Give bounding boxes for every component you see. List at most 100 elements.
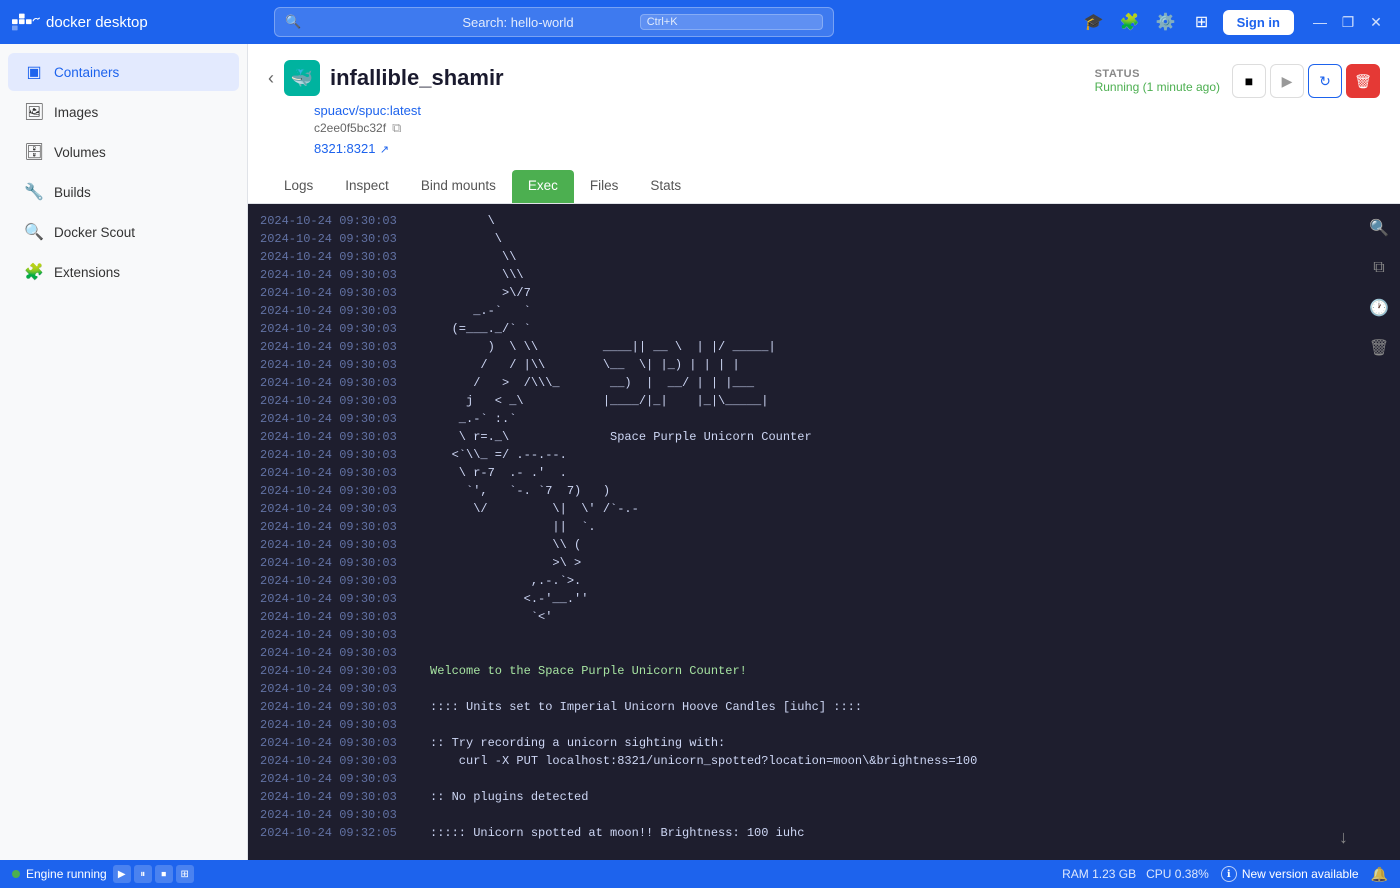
log-line: 2024-10-24 09:30:03 \	[248, 212, 1400, 230]
container-name: infallible_shamir	[330, 65, 504, 91]
sidebar-item-containers[interactable]: ▣ Containers	[8, 53, 239, 91]
bell-icon[interactable]: 🔔	[1371, 866, 1388, 883]
log-line: 2024-10-24 09:30:03 \	[248, 230, 1400, 248]
container-id-row: c2ee0f5bc32f ⧉	[314, 120, 504, 136]
container-title-row: ‹ 🐳 infallible_shamir	[268, 60, 504, 96]
log-line: 2024-10-24 09:30:03 _.-` :.`	[248, 410, 1400, 428]
right-toolbar: 🔍 ⧉ 🕐 🗑	[1358, 204, 1400, 372]
log-line: 2024-10-24 09:30:03 \\	[248, 248, 1400, 266]
container-port-link[interactable]: 8321:8321	[314, 141, 375, 156]
search-bar[interactable]: 🔍 Search: hello-world Ctrl+K	[274, 7, 834, 37]
tab-logs[interactable]: Logs	[268, 170, 329, 203]
play-button[interactable]: ▶	[1270, 64, 1304, 98]
sidebar-item-volumes[interactable]: 🗄 Volumes	[8, 133, 239, 171]
log-line: 2024-10-24 09:30:03 :::: Units set to Im…	[248, 698, 1400, 716]
sidebar-item-builds[interactable]: 🔧 Builds	[8, 173, 239, 211]
log-line: 2024-10-24 09:30:03 :: Try recording a u…	[248, 734, 1400, 752]
log-line: 2024-10-24 09:30:03 ,.-.`>.	[248, 572, 1400, 590]
settings-icon[interactable]: ⚙️	[1151, 7, 1181, 37]
back-button[interactable]: ‹	[268, 68, 274, 89]
minimize-button[interactable]: —	[1308, 10, 1332, 34]
search-shortcut: Ctrl+K	[640, 14, 823, 30]
log-line: 2024-10-24 09:30:03	[248, 644, 1400, 662]
engine-settings-btn[interactable]: ⊞	[176, 865, 194, 883]
new-version-label: New version available	[1242, 867, 1359, 881]
status-label: STATUS	[1095, 68, 1220, 80]
sign-in-button[interactable]: Sign in	[1223, 10, 1294, 35]
stop-button[interactable]: ■	[1232, 64, 1266, 98]
grid-icon[interactable]: ⊞	[1187, 7, 1217, 37]
engine-stop-btn[interactable]: ⏹	[155, 865, 173, 883]
sidebar-label-extensions: Extensions	[54, 265, 120, 280]
log-area[interactable]: 2024-10-24 09:30:03 \2024-10-24 09:30:03…	[248, 204, 1400, 860]
container-header: ‹ 🐳 infallible_shamir spuacv/spuc:latest…	[248, 44, 1400, 204]
delete-button[interactable]: 🗑	[1346, 64, 1380, 98]
tab-bind-mounts[interactable]: Bind mounts	[405, 170, 512, 203]
log-line: 2024-10-24 09:30:03	[248, 626, 1400, 644]
tab-files[interactable]: Files	[574, 170, 635, 203]
log-line: 2024-10-24 09:30:03 / / |\\ \__ \| |_) |…	[248, 356, 1400, 374]
external-link-icon[interactable]: ↗	[380, 144, 389, 156]
log-line: 2024-10-24 09:30:03	[248, 716, 1400, 734]
scroll-to-bottom[interactable]: ↓	[1339, 827, 1348, 848]
sidebar-item-extensions[interactable]: 🧩 Extensions	[8, 253, 239, 291]
container-image-link[interactable]: spuacv/spuc:latest	[314, 103, 421, 118]
app-logo[interactable]: docker desktop	[12, 8, 148, 36]
sidebar-label-volumes: Volumes	[54, 145, 106, 160]
container-id: c2ee0f5bc32f	[314, 121, 386, 135]
main-layout: ▣ Containers 🖼 Images 🗄 Volumes 🔧 Builds…	[0, 44, 1400, 860]
search-text: Search: hello-world	[462, 15, 631, 30]
topbar-actions: 🎓 🧩 ⚙️ ⊞ Sign in — ❐ ✕	[1079, 7, 1388, 37]
log-line: 2024-10-24 09:30:03 ) \ \\ ____|| __ \ |…	[248, 338, 1400, 356]
tab-stats[interactable]: Stats	[634, 170, 697, 203]
log-line: 2024-10-24 09:30:03	[248, 770, 1400, 788]
search-log-icon[interactable]: 🔍	[1363, 212, 1395, 244]
bottom-bar: Engine running ▶ ⏸ ⏹ ⊞ RAM 1.23 GB CPU 0…	[0, 860, 1400, 888]
sidebar-label-docker-scout: Docker Scout	[54, 225, 135, 240]
containers-icon: ▣	[24, 62, 44, 82]
restart-button[interactable]: ↻	[1308, 64, 1342, 98]
container-icon: 🐳	[284, 60, 320, 96]
tab-inspect[interactable]: Inspect	[329, 170, 405, 203]
status-text: Running (1 minute ago)	[1095, 80, 1220, 94]
sidebar-item-images[interactable]: 🖼 Images	[8, 93, 239, 131]
topbar: docker desktop 🔍 Search: hello-world Ctr…	[0, 0, 1400, 44]
log-line: 2024-10-24 09:30:03 \/ \| \' /`-.-	[248, 500, 1400, 518]
content-area: ‹ 🐳 infallible_shamir spuacv/spuc:latest…	[248, 44, 1400, 860]
sidebar-item-docker-scout[interactable]: 🔍 Docker Scout	[8, 213, 239, 251]
log-line: 2024-10-24 09:30:03 >\/7	[248, 284, 1400, 302]
copy-log-icon[interactable]: ⧉	[1363, 252, 1395, 284]
learn-icon[interactable]: 🎓	[1079, 7, 1109, 37]
maximize-button[interactable]: ❐	[1336, 10, 1360, 34]
status-info: STATUS Running (1 minute ago)	[1095, 68, 1220, 94]
log-line: 2024-10-24 09:30:03 \ r-7 .- .' .	[248, 464, 1400, 482]
copy-id-icon[interactable]: ⧉	[392, 120, 401, 136]
log-line: 2024-10-24 09:30:03 `<'	[248, 608, 1400, 626]
log-line: 2024-10-24 09:30:03	[248, 680, 1400, 698]
log-line: 2024-10-24 09:30:03 <`\\_ =/ .--.--.	[248, 446, 1400, 464]
docker-scout-icon: 🔍	[24, 222, 44, 242]
log-line: 2024-10-24 09:30:03 >\ >	[248, 554, 1400, 572]
log-line: 2024-10-24 09:30:03	[248, 806, 1400, 824]
extensions-nav-icon: 🧩	[24, 262, 44, 282]
clock-icon[interactable]: 🕐	[1363, 292, 1395, 324]
tab-exec[interactable]: Exec	[512, 170, 574, 203]
window-controls: — ❐ ✕	[1308, 10, 1388, 34]
close-button[interactable]: ✕	[1364, 10, 1388, 34]
tabs: Logs Inspect Bind mounts Exec Files Stat…	[268, 170, 1380, 203]
engine-play-btn[interactable]: ▶	[113, 865, 131, 883]
log-line: 2024-10-24 09:30:03 / > /\\\_ __) | __/ …	[248, 374, 1400, 392]
log-container: 2024-10-24 09:30:03 \2024-10-24 09:30:03…	[248, 212, 1400, 842]
engine-pause-btn[interactable]: ⏸	[134, 865, 152, 883]
extensions-icon[interactable]: 🧩	[1115, 7, 1145, 37]
search-icon: 🔍	[285, 14, 454, 30]
log-line: 2024-10-24 09:30:03 || `.	[248, 518, 1400, 536]
sidebar-label-images: Images	[54, 105, 98, 120]
clear-log-icon[interactable]: 🗑	[1363, 332, 1395, 364]
bottom-right: RAM 1.23 GB CPU 0.38% ℹ New version avai…	[1062, 866, 1388, 883]
new-version-notice[interactable]: ℹ New version available	[1221, 866, 1359, 882]
log-line: 2024-10-24 09:30:03 \\ (	[248, 536, 1400, 554]
engine-label: Engine running	[26, 867, 107, 881]
log-line: 2024-10-24 09:30:03 \ r=._\ Space Purple…	[248, 428, 1400, 446]
log-line: 2024-10-24 09:30:03 :: No plugins detect…	[248, 788, 1400, 806]
